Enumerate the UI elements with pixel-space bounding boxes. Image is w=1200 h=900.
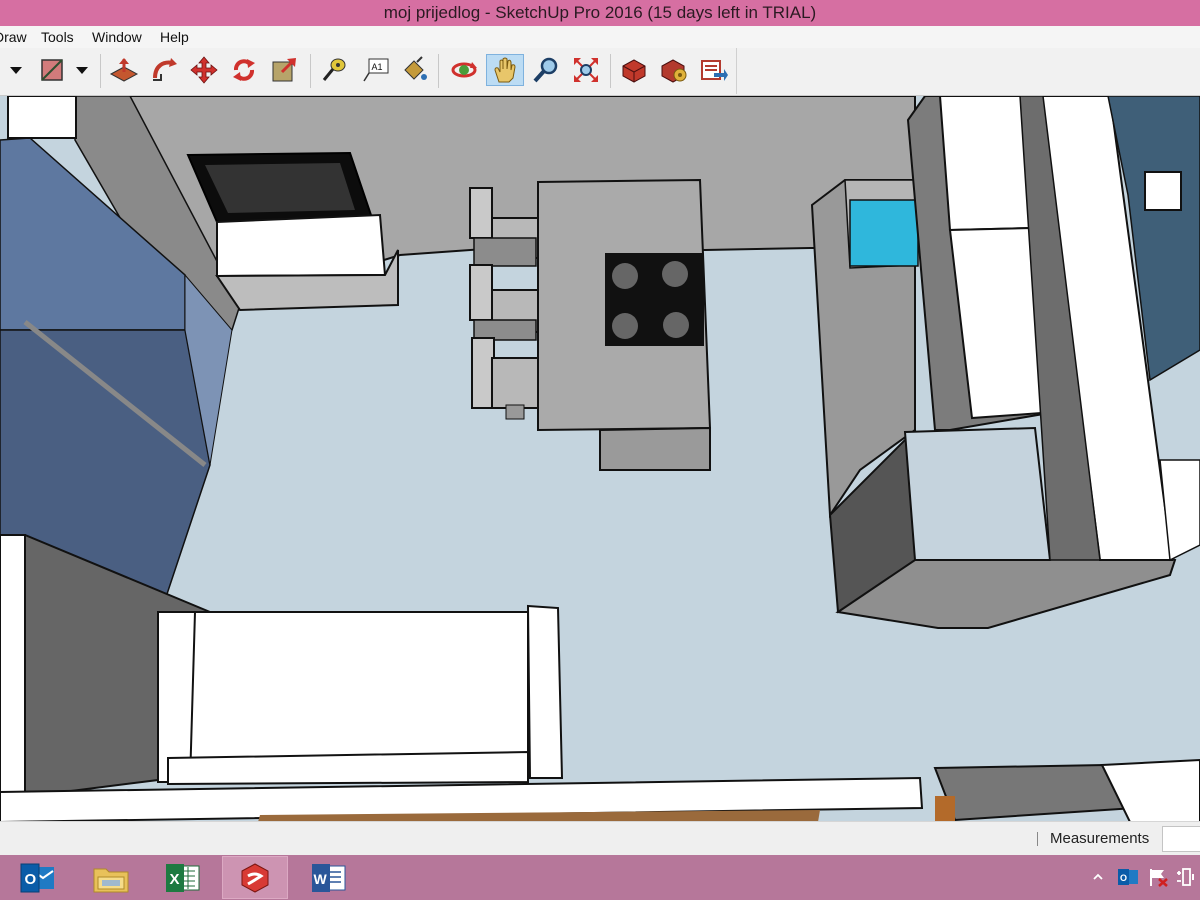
tray-outlook-icon[interactable]: O (1116, 865, 1140, 889)
extension-warehouse-icon[interactable] (658, 54, 690, 86)
send-to-layout-icon[interactable] (698, 54, 730, 86)
measurements-label: Measurements (1050, 830, 1150, 847)
tray-overflow-icon[interactable] (1090, 865, 1106, 889)
rectangle-icon[interactable] (36, 54, 68, 86)
model-viewport[interactable] (0, 96, 1200, 821)
toolbar-separator (310, 54, 311, 88)
toolbar-group: A1 (0, 48, 737, 94)
rotate-icon[interactable] (228, 54, 260, 86)
orbit-icon[interactable] (448, 54, 480, 86)
rectangle-dropdown-icon[interactable] (70, 54, 94, 86)
toolbar-separator (610, 54, 611, 88)
scale-icon[interactable] (268, 54, 300, 86)
zoom-extents-icon[interactable] (570, 54, 602, 86)
windows-taskbar: O X W O (0, 855, 1200, 900)
tray-flag-icon[interactable] (1146, 865, 1170, 889)
corner-countertop (903, 426, 1052, 561)
svg-text:W: W (314, 871, 328, 887)
burner (662, 261, 688, 287)
move-icon[interactable] (188, 54, 220, 86)
kitchen-model-scene (0, 96, 1200, 821)
zoom-icon[interactable] (530, 54, 562, 86)
file-explorer-icon[interactable] (78, 856, 144, 899)
toolbar-separator (100, 54, 101, 88)
excel-icon[interactable]: X (150, 856, 216, 899)
window-fixture (1144, 171, 1182, 211)
menu-bar: Draw Tools Window Help (0, 26, 1200, 48)
3d-warehouse-icon[interactable] (618, 54, 650, 86)
tape-measure-icon[interactable] (318, 54, 350, 86)
top-left-white-panel (7, 96, 77, 139)
lower-left-panel (0, 534, 26, 801)
push-pull-icon[interactable] (108, 54, 140, 86)
text-tool-glyph: A1 (372, 62, 383, 72)
status-bar: Measurements (0, 821, 1200, 856)
large-tool-set-toolbar: A1 (0, 48, 1200, 96)
line-dropdown-icon[interactable] (4, 54, 28, 86)
burner (663, 312, 689, 338)
menu-draw[interactable]: Draw (0, 26, 27, 48)
burner (612, 313, 638, 339)
outlook-icon[interactable]: O (5, 856, 71, 899)
wall-tv-screen (205, 163, 355, 213)
follow-me-icon[interactable] (148, 54, 180, 86)
wood-trim (935, 796, 955, 821)
svg-text:O: O (1120, 873, 1127, 883)
tall-cabinet-upper-door (938, 96, 1034, 232)
tv-cabinet-top (216, 213, 387, 278)
sofa-arm-right (526, 604, 564, 779)
svg-text:X: X (170, 871, 180, 888)
sofa-front (167, 750, 529, 786)
svg-text:O: O (25, 871, 37, 888)
sofa-arm-left (157, 611, 197, 783)
status-separator (1037, 832, 1038, 846)
burner (612, 263, 638, 289)
word-icon[interactable]: W (296, 856, 362, 899)
tray-power-icon[interactable] (1174, 865, 1198, 889)
window-title: moj prijedlog - SketchUp Pro 2016 (15 da… (383, 3, 817, 22)
menu-tools[interactable]: Tools (41, 26, 74, 48)
sink (849, 199, 919, 267)
measurements-input[interactable] (1162, 826, 1200, 852)
text-icon[interactable]: A1 (360, 54, 392, 86)
window-title-bar: moj prijedlog - SketchUp Pro 2016 (15 da… (0, 0, 1200, 26)
toolbar-separator (438, 54, 439, 88)
paint-bucket-icon[interactable] (398, 54, 430, 86)
sketchup-icon[interactable] (222, 856, 288, 899)
menu-help[interactable]: Help (160, 26, 189, 48)
menu-window[interactable]: Window (92, 26, 142, 48)
pan-icon[interactable] (486, 54, 524, 86)
island-base (599, 426, 711, 471)
sofa-seat (169, 611, 529, 762)
